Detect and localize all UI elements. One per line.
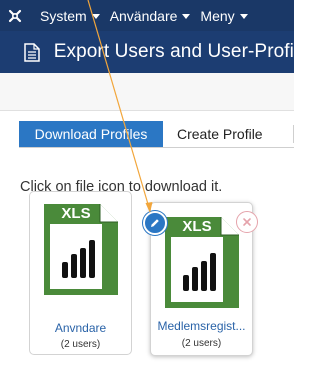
profile-name-link[interactable]: Medlemsregist... bbox=[151, 319, 252, 333]
tab-overflow-partial[interactable] bbox=[293, 125, 300, 143]
caret-down-icon bbox=[239, 14, 248, 19]
profile-name-link[interactable]: Anvndare bbox=[30, 321, 131, 335]
nav-menu-menus-label: Meny bbox=[200, 7, 235, 24]
page-header: Export Users and User-Profi bbox=[0, 31, 294, 73]
caret-down-icon bbox=[91, 14, 100, 19]
profile-card[interactable]: XLS Anvndare (2 users) bbox=[29, 191, 132, 355]
edit-profile-button[interactable] bbox=[143, 211, 167, 235]
nav-menu-system[interactable]: System bbox=[40, 8, 100, 24]
tab-create-profile-label: Create Profile bbox=[177, 126, 263, 142]
xls-file-icon[interactable]: XLS bbox=[161, 215, 241, 310]
nav-menu-users-label: Användare bbox=[109, 7, 178, 24]
close-icon bbox=[243, 218, 251, 226]
nav-menu-menus[interactable]: Meny bbox=[200, 7, 248, 24]
xls-file-icon[interactable]: XLS bbox=[40, 202, 120, 297]
profile-user-count: (2 users) bbox=[181, 338, 222, 349]
tab-bar: Download Profiles Create Profile bbox=[19, 121, 294, 148]
document-icon bbox=[24, 42, 42, 62]
subtoolbar bbox=[0, 73, 294, 111]
delete-profile-button[interactable] bbox=[236, 211, 258, 233]
xls-file-icon-text: XLS bbox=[182, 218, 211, 235]
tab-download-profiles-label: Download Profiles bbox=[34, 126, 148, 142]
nav-menu-system-label: System bbox=[40, 7, 87, 24]
top-navbar: System Användare Meny bbox=[0, 0, 294, 31]
caret-down-icon bbox=[182, 14, 191, 19]
page-title: Export Users and User-Profi bbox=[53, 41, 294, 62]
tab-create-profile[interactable]: Create Profile bbox=[177, 121, 263, 147]
joomla-logo-icon[interactable] bbox=[0, 0, 30, 31]
profile-user-count: (2 users) bbox=[60, 339, 101, 350]
pencil-icon bbox=[151, 219, 159, 227]
nav-menu-users[interactable]: Användare bbox=[110, 8, 191, 24]
xls-file-icon-text: XLS bbox=[61, 205, 90, 222]
tab-download-profiles[interactable]: Download Profiles bbox=[19, 121, 163, 147]
